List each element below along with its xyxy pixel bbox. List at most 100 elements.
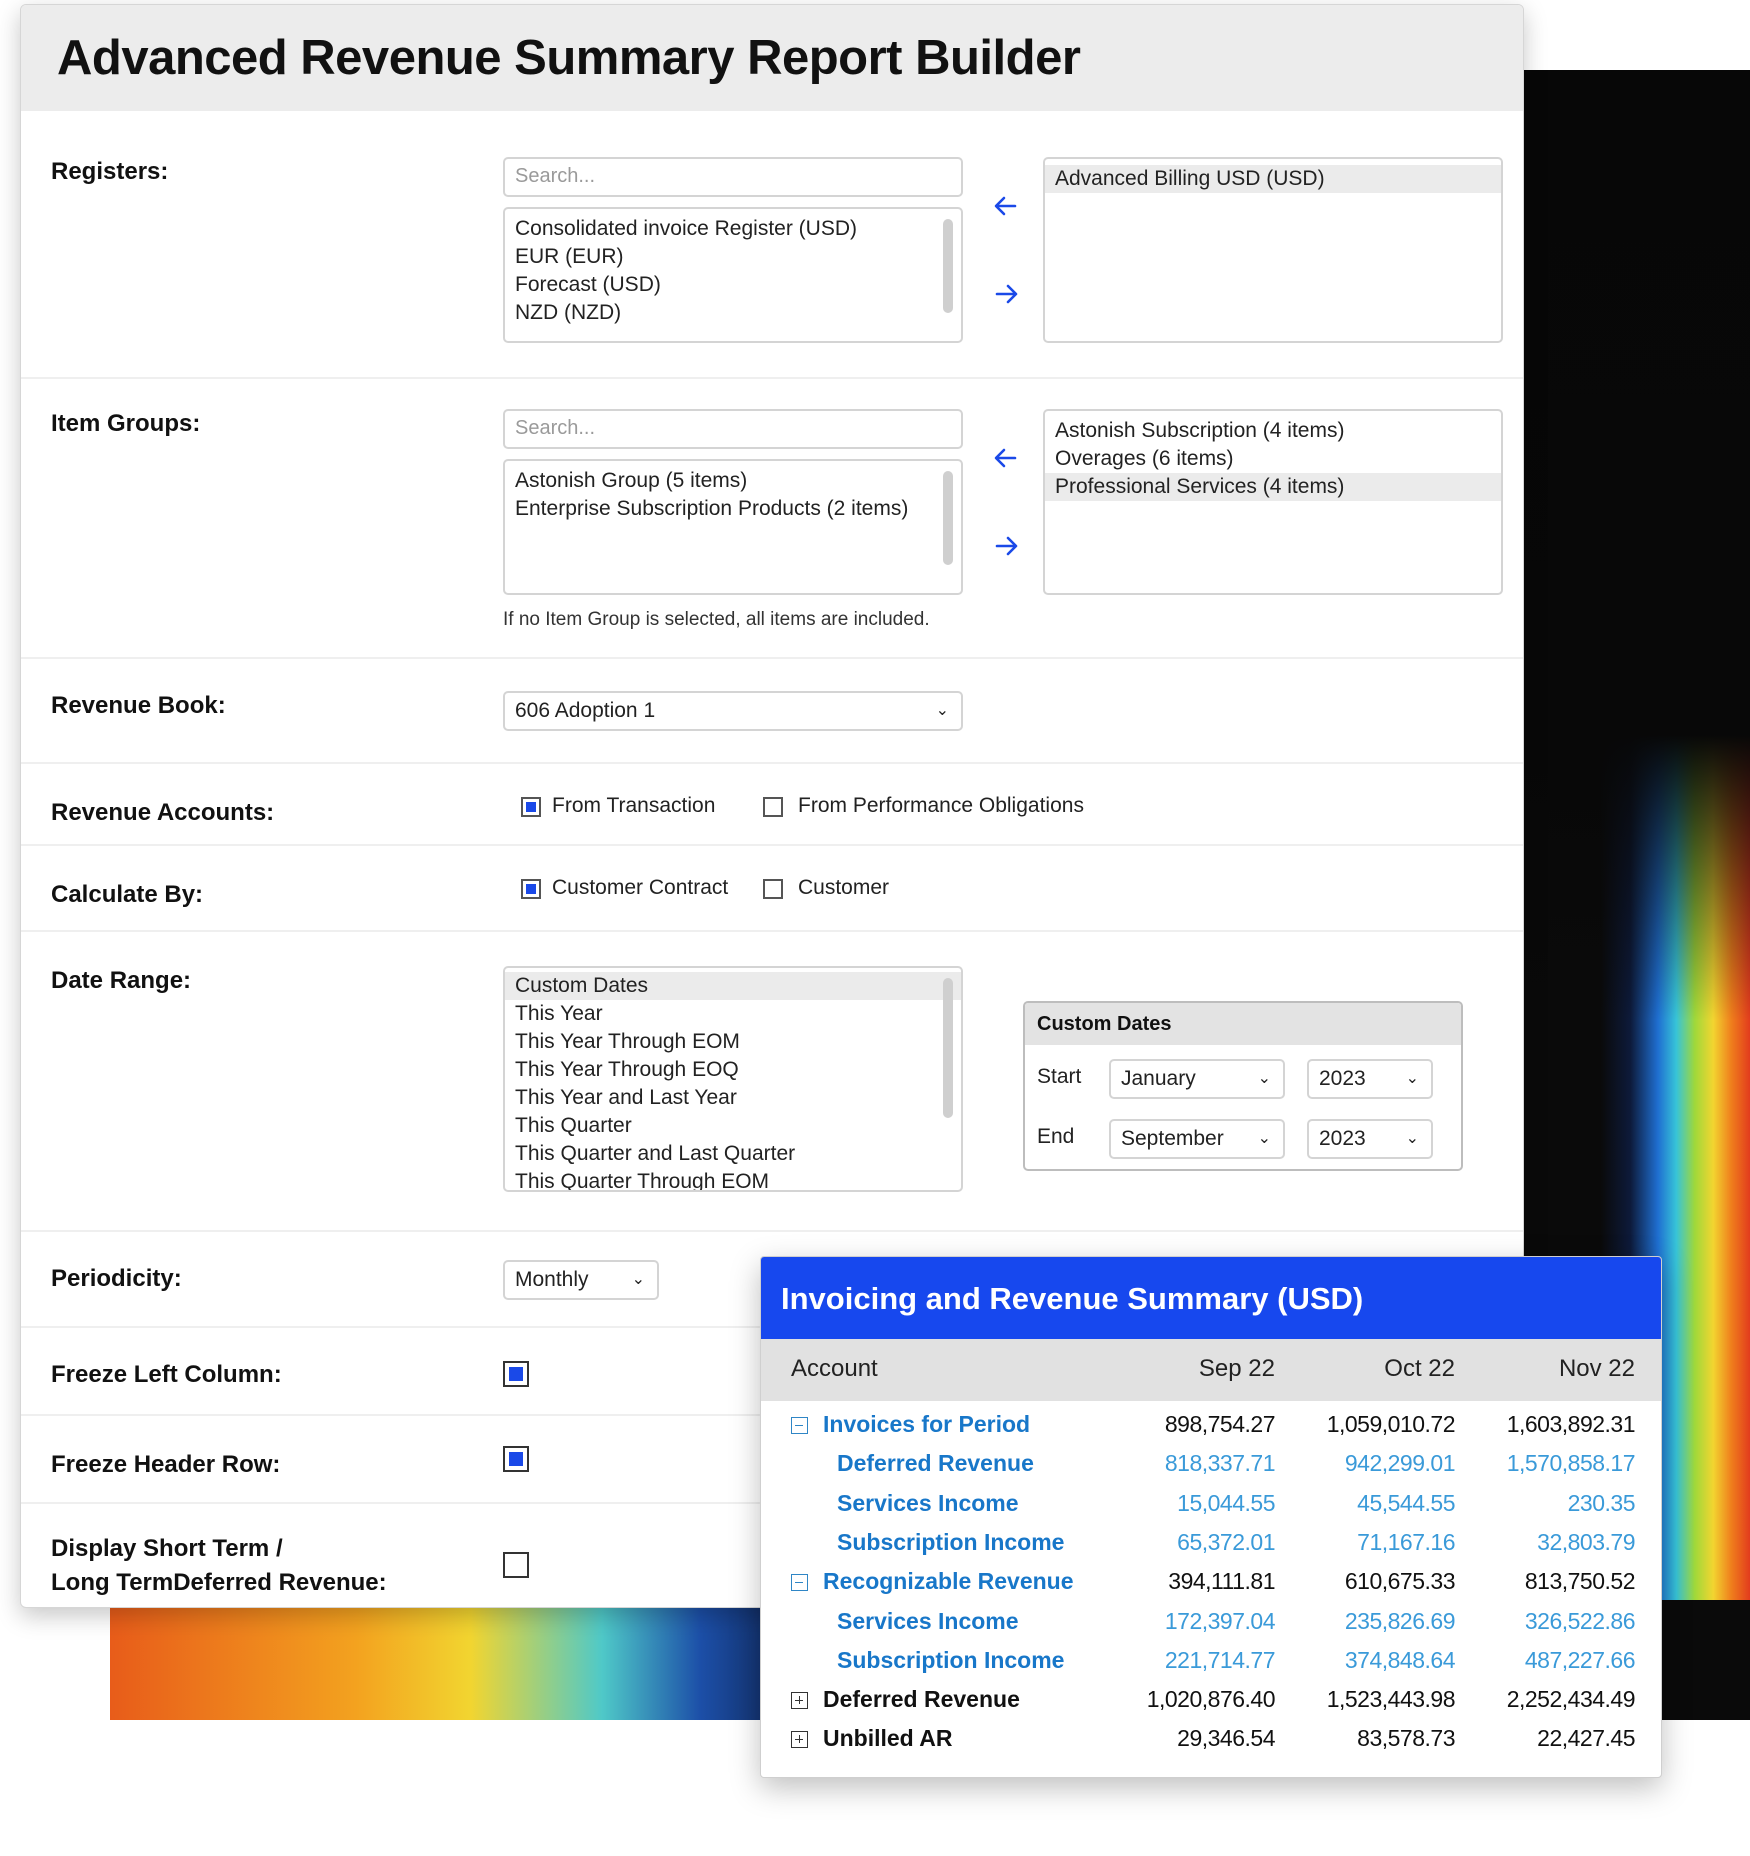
revenue-book-select[interactable]: 606 Adoption 1 ⌄ [503, 691, 963, 731]
registers-available-list[interactable]: Consolidated invoice Register (USD) EUR … [503, 207, 963, 343]
account-name[interactable]: Invoices for Period [823, 1411, 1030, 1438]
table-cell: 15,044.55 [1177, 1489, 1275, 1516]
table-cell: 813,750.52 [1524, 1568, 1636, 1595]
revenue-book-label: Revenue Book: [51, 692, 226, 719]
list-item[interactable]: This Year and Last Year [505, 1084, 961, 1112]
date-range-list[interactable]: Custom Dates This Year This Year Through… [503, 966, 963, 1192]
arrow-right-icon[interactable] [991, 279, 1021, 309]
registers-row: Registers: Search... Consolidated invoic… [21, 111, 1523, 378]
start-month-value: January [1121, 1067, 1196, 1090]
arrow-left-icon[interactable] [991, 191, 1021, 221]
list-item[interactable]: This Quarter Through EOM [505, 1168, 961, 1190]
from-performance-obligations-checkbox[interactable] [763, 797, 783, 817]
revenue-accounts-label: Revenue Accounts: [51, 799, 275, 826]
table-cell: 326,522.86 [1524, 1607, 1636, 1634]
custom-dates-title: Custom Dates [1025, 1003, 1461, 1045]
arrow-right-icon[interactable] [991, 531, 1021, 561]
page-title: Advanced Revenue Summary Report Builder [57, 31, 1081, 85]
item-groups-available-list[interactable]: Astonish Group (5 items) Enterprise Subs… [503, 459, 963, 595]
collapse-icon[interactable] [791, 1417, 808, 1434]
list-item[interactable]: Custom Dates [505, 972, 961, 1000]
end-month-select[interactable]: September ⌄ [1109, 1119, 1285, 1159]
periodicity-select[interactable]: Monthly ⌄ [503, 1260, 659, 1300]
start-month-select[interactable]: January ⌄ [1109, 1059, 1285, 1099]
table-cell: 71,167.16 [1357, 1528, 1455, 1555]
account-name[interactable]: Services Income [837, 1608, 1019, 1635]
expand-icon[interactable] [791, 1731, 808, 1749]
table-row[interactable]: Subscription Income 65,372.01 71,167.16 32,… [761, 1527, 1661, 1561]
table-row[interactable]: Services Income 172,397.04 235,826.69 326,5… [761, 1606, 1661, 1640]
end-month-value: September [1121, 1127, 1224, 1150]
account-name[interactable]: Deferred Revenue [837, 1450, 1034, 1477]
table-cell: 29,346.54 [1177, 1725, 1275, 1752]
account-name[interactable]: Services Income [837, 1490, 1019, 1517]
custom-dates-box: Custom Dates Start January ⌄ 2023 ⌄ End … [1023, 1001, 1463, 1171]
chevron-down-icon: ⌄ [1257, 1130, 1271, 1147]
list-item[interactable]: Overages (6 items) [1045, 445, 1501, 473]
table-row[interactable]: Invoices for Period 898,754.27 1,059,010.7… [761, 1409, 1661, 1443]
arrow-left-icon[interactable] [991, 443, 1021, 473]
scrollbar[interactable] [943, 471, 953, 565]
account-name[interactable]: Subscription Income [837, 1647, 1064, 1674]
registers-search-input[interactable]: Search... [503, 157, 963, 197]
end-year-value: 2023 [1319, 1127, 1366, 1150]
list-item[interactable]: EUR (EUR) [505, 243, 961, 271]
account-name[interactable]: Subscription Income [837, 1529, 1064, 1556]
list-item[interactable]: This Year [505, 1000, 961, 1028]
start-year-select[interactable]: 2023 ⌄ [1307, 1059, 1433, 1099]
list-item[interactable]: This Year Through EOQ [505, 1056, 961, 1084]
account-name: Unbilled AR [823, 1725, 953, 1752]
registers-selected-list[interactable]: Advanced Billing USD (USD) [1043, 157, 1503, 343]
table-row[interactable]: Deferred Revenue 1,020,876.40 1,523,443.98… [761, 1684, 1661, 1718]
customer-checkbox[interactable] [763, 879, 783, 899]
table-cell: 235,826.69 [1344, 1607, 1456, 1634]
collapse-icon[interactable] [791, 1574, 808, 1592]
freeze-header-row-checkbox[interactable] [503, 1446, 529, 1472]
display-short-long-label-line2: Long TermDeferred Revenue: [51, 1569, 387, 1596]
table-cell: 1,059,010.72 [1326, 1411, 1456, 1437]
table-cell: 172,397.04 [1164, 1607, 1276, 1634]
list-item[interactable]: This Quarter and Last Quarter [505, 1140, 961, 1168]
table-cell: 1,603,892.31 [1506, 1411, 1636, 1437]
from-transaction-checkbox[interactable] [521, 797, 541, 817]
list-item[interactable]: Advanced Billing USD (USD) [1045, 165, 1501, 193]
registers-label: Registers: [51, 158, 169, 185]
scrollbar[interactable] [943, 978, 953, 1118]
table-row[interactable]: Deferred Revenue 818,337.71 942,299.01 1,57… [761, 1448, 1661, 1482]
from-transaction-label: From Transaction [552, 794, 716, 817]
list-item[interactable]: This Year Through EOM [505, 1028, 961, 1056]
list-item[interactable]: Astonish Group (5 items) [505, 467, 961, 495]
freeze-left-column-checkbox[interactable] [503, 1361, 529, 1387]
revenue-book-value: 606 Adoption 1 [515, 699, 656, 722]
expand-icon[interactable] [791, 1692, 808, 1710]
list-item[interactable]: Consolidated invoice Register (USD) [505, 215, 961, 243]
table-row[interactable]: Unbilled AR 29,346.54 83,578.73 22,427.45 [761, 1723, 1661, 1757]
table-cell: 487,227.66 [1524, 1646, 1636, 1673]
account-name[interactable]: Recognizable Revenue [823, 1568, 1074, 1595]
table-row[interactable]: Recognizable Revenue 394,111.81 610,675.33… [761, 1566, 1661, 1600]
list-item[interactable]: Enterprise Subscription Products (2 item… [505, 495, 961, 523]
column-header-account: Account [791, 1355, 878, 1382]
table-row[interactable]: Services Income 15,044.55 45,544.55 230.35 [761, 1488, 1661, 1522]
item-groups-search-input[interactable]: Search... [503, 409, 963, 449]
start-label: Start [1037, 1065, 1082, 1088]
list-item[interactable]: Professional Services (4 items) [1045, 473, 1501, 501]
end-year-select[interactable]: 2023 ⌄ [1307, 1119, 1433, 1159]
chevron-down-icon: ⌄ [1257, 1070, 1271, 1087]
list-item[interactable]: Forecast (USD) [505, 271, 961, 299]
item-groups-selected-list[interactable]: Astonish Subscription (4 items) Overages… [1043, 409, 1503, 595]
periodicity-value: Monthly [515, 1268, 589, 1291]
account-name: Deferred Revenue [823, 1686, 1020, 1713]
start-year-value: 2023 [1319, 1067, 1366, 1090]
list-item[interactable]: This Quarter [505, 1112, 961, 1140]
list-item[interactable]: Astonish Subscription (4 items) [1045, 417, 1501, 445]
chevron-down-icon: ⌄ [1405, 1130, 1419, 1147]
customer-contract-checkbox[interactable] [521, 879, 541, 899]
scrollbar[interactable] [943, 219, 953, 313]
list-item[interactable]: NZD (NZD) [505, 299, 961, 327]
display-short-long-checkbox[interactable] [503, 1552, 529, 1578]
column-header-oct: Oct 22 [1384, 1355, 1455, 1382]
table-cell: 818,337.71 [1164, 1450, 1276, 1477]
table-row[interactable]: Subscription Income 221,714.77 374,848.64 4… [761, 1645, 1661, 1679]
item-groups-label: Item Groups: [51, 410, 201, 437]
